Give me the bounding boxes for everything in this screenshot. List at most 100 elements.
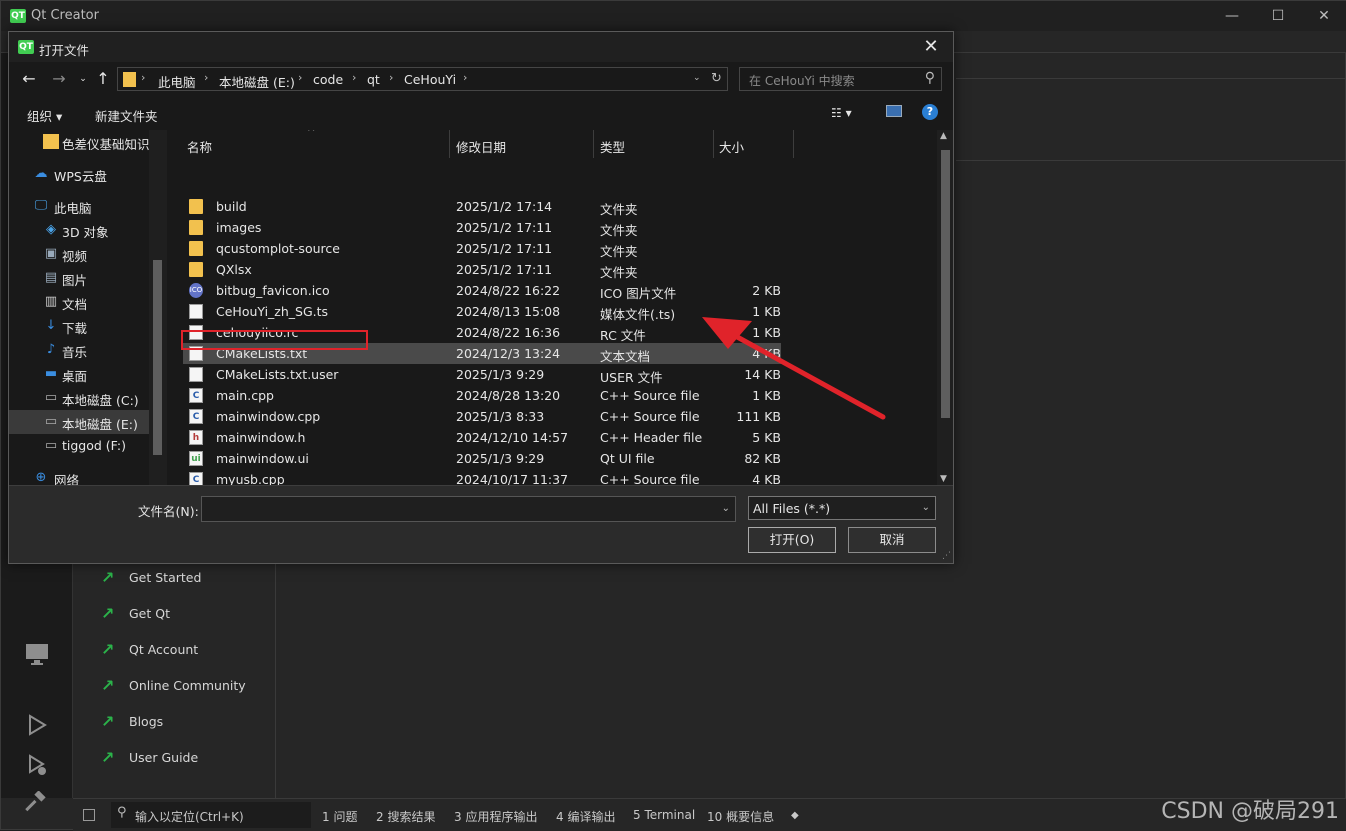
file-name: myusb.cpp <box>216 472 285 485</box>
help-icon[interactable]: ? <box>922 104 938 120</box>
qt-logo-icon: QT <box>10 9 26 23</box>
recent-locations-chevron-icon[interactable]: ⌄ <box>73 68 93 90</box>
scrollbar-thumb[interactable] <box>153 260 162 455</box>
breadcrumb-separator-icon: › <box>298 71 303 84</box>
nav-item-documents[interactable]: ▥ 文档 <box>9 290 149 314</box>
resize-grip-icon[interactable]: ⋰ <box>942 551 951 561</box>
cancel-button[interactable]: 取消 <box>848 527 936 553</box>
file-type: C++ Source file <box>600 472 700 485</box>
new-folder-button[interactable]: 新建文件夹 <box>95 106 158 125</box>
dialog-close-button[interactable]: ✕ <box>911 32 951 62</box>
minimize-button[interactable]: — <box>1209 1 1255 31</box>
nav-item-pictures[interactable]: ▤ 图片 <box>9 266 149 290</box>
search-icon: ⚲ <box>117 805 127 820</box>
nav-item-downloads[interactable]: ↓ 下载 <box>9 314 149 338</box>
sort-up-icon: ^ <box>307 130 316 138</box>
debug-run-icon[interactable] <box>23 753 51 781</box>
file-scrollbar[interactable]: ▲ ▼ <box>937 130 953 485</box>
nav-item-music[interactable]: ♪ 音乐 <box>9 338 149 362</box>
app-output-pane-button[interactable]: 3 应用程序输出 <box>454 808 537 825</box>
breadcrumb-cehouyi[interactable]: CeHouYi <box>404 72 456 87</box>
scroll-up-icon[interactable]: ▲ <box>940 131 947 141</box>
breadcrumb-code[interactable]: code <box>313 72 343 87</box>
link-arrow-icon: ↗ <box>101 604 115 623</box>
monitor-icon[interactable] <box>23 641 51 669</box>
file-type: USER 文件 <box>600 370 663 385</box>
file-row[interactable]: qcustomplot-source 2025/1/2 17:11 文件夹 <box>183 238 781 259</box>
column-divider <box>449 130 450 158</box>
ts-file-icon <box>189 304 203 319</box>
annotation-arrow-icon <box>702 317 886 420</box>
breadcrumb-qt[interactable]: qt <box>367 72 380 87</box>
view-options-icon[interactable]: ☷ ▾ <box>831 106 852 120</box>
organize-menu-button[interactable]: 组织 ▾ <box>27 106 62 125</box>
file-date: 2024/8/22 16:22 <box>456 283 561 298</box>
filename-input[interactable]: ⌄ <box>201 496 736 522</box>
file-type: 文件夹 <box>600 244 638 259</box>
file-date: 2024/8/22 16:36 <box>456 325 561 340</box>
link-arrow-icon: ↗ <box>101 676 115 695</box>
forward-arrow-icon[interactable]: → <box>49 68 69 90</box>
column-size[interactable]: 大小 <box>719 137 744 156</box>
window-title: Qt Creator <box>31 8 99 23</box>
open-button[interactable]: 打开(O) <box>748 527 836 553</box>
nav-item-drive-f[interactable]: ▭ tiggod (F:) <box>9 434 149 458</box>
terminal-pane-button[interactable]: 5 Terminal <box>633 808 695 822</box>
file-name: main.cpp <box>216 388 274 403</box>
desktop-icon: ▬ <box>44 366 58 381</box>
nav-scrollbar[interactable] <box>149 130 167 485</box>
breadcrumb-drive-e[interactable]: 本地磁盘 (E:) <box>219 72 295 91</box>
file-row[interactable]: images 2025/1/2 17:11 文件夹 <box>183 217 781 238</box>
file-row[interactable]: ICO bitbug_favicon.ico 2024/8/22 16:22 ICO … <box>183 280 781 301</box>
refresh-icon[interactable]: ↻ <box>711 71 722 86</box>
file-type-select[interactable]: All Files (*.*) ⌄ <box>748 496 936 520</box>
breadcrumb-this-pc[interactable]: 此电脑 <box>158 72 196 91</box>
locator-input[interactable]: ⚲ 输入以定位(Ctrl+K) <box>111 802 311 828</box>
file-date: 2025/1/2 17:11 <box>456 220 553 235</box>
toolbar-strip <box>956 53 1346 79</box>
chevron-down-icon[interactable]: ⌄ <box>722 503 730 514</box>
file-row[interactable]: Cmyusb.cpp 2024/10/17 11:37 C++ Source fil… <box>183 469 781 485</box>
run-icon[interactable] <box>23 713 51 741</box>
file-name: build <box>216 199 247 214</box>
nav-item-desktop[interactable]: ▬ 桌面 <box>9 362 149 386</box>
nav-item-network[interactable]: ⊕ 网络 <box>9 466 149 485</box>
maximize-button[interactable]: ☐ <box>1255 1 1301 31</box>
column-date[interactable]: 修改日期 <box>456 137 506 156</box>
column-header: 名称 ^ 修改日期 类型 大小 <box>167 130 937 158</box>
compile-output-pane-button[interactable]: 4 编译输出 <box>556 808 615 825</box>
issues-pane-button[interactable]: 1 问题 <box>322 808 357 825</box>
nav-item-this-pc[interactable]: 🖵 此电脑 <box>9 194 149 218</box>
nav-item-drive-c[interactable]: ▭ 本地磁盘 (C:) <box>9 386 149 410</box>
more-panes-icon[interactable]: ◆ <box>791 810 799 821</box>
file-row[interactable]: build 2025/1/2 17:14 文件夹 <box>183 196 781 217</box>
video-icon: ▣ <box>44 246 58 261</box>
search-input[interactable]: 在 CeHouYi 中搜索 ⚲ <box>739 67 942 91</box>
file-name: images <box>216 220 262 235</box>
build-hammer-icon[interactable] <box>23 790 51 819</box>
up-arrow-icon[interactable]: ↑ <box>93 68 113 90</box>
scroll-down-icon[interactable]: ▼ <box>940 474 947 484</box>
file-type: C++ Header file <box>600 430 703 445</box>
back-arrow-icon[interactable]: ← <box>19 68 39 90</box>
file-size: 5 KB <box>752 430 781 445</box>
search-results-pane-button[interactable]: 2 搜索结果 <box>376 808 435 825</box>
toggle-sidebar-icon[interactable] <box>83 809 95 821</box>
file-row[interactable]: QXlsx 2025/1/2 17:11 文件夹 <box>183 259 781 280</box>
general-messages-pane-button[interactable]: 10 概要信息 <box>707 808 774 825</box>
column-type[interactable]: 类型 <box>600 137 625 156</box>
nav-item-wps-cloud[interactable]: ☁ WPS云盘 <box>9 162 149 186</box>
file-date: 2024/12/10 14:57 <box>456 430 569 445</box>
address-bar[interactable]: › 此电脑 › 本地磁盘 (E:) › code › qt › CeHouYi … <box>117 67 728 91</box>
close-window-button[interactable]: ✕ <box>1301 1 1346 31</box>
nav-item-videos[interactable]: ▣ 视频 <box>9 242 149 266</box>
nav-item-drive-e[interactable]: ▭ 本地磁盘 (E:) <box>9 410 149 434</box>
preview-pane-icon[interactable] <box>886 105 902 117</box>
scrollbar-thumb[interactable] <box>941 150 950 418</box>
column-name[interactable]: 名称 <box>187 137 212 156</box>
file-row[interactable]: ui mainwindow.ui 2025/1/3 9:29 Qt UI file 82… <box>183 448 781 469</box>
file-row[interactable]: h mainwindow.h 2024/12/10 14:57 C++ Header … <box>183 427 781 448</box>
nav-item-3d-objects[interactable]: ◈ 3D 对象 <box>9 218 149 242</box>
address-history-chevron-icon[interactable]: ⌄ <box>693 73 701 83</box>
nav-item-color-knowledge[interactable]: 色差仪基础知识 <box>9 130 150 154</box>
